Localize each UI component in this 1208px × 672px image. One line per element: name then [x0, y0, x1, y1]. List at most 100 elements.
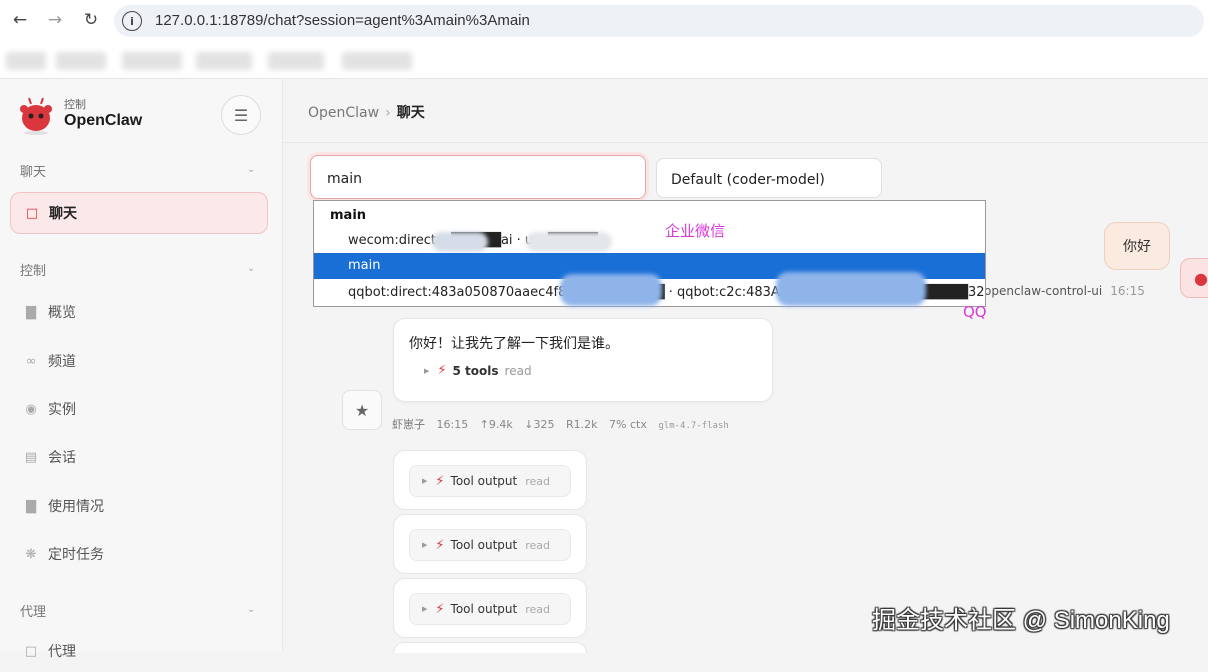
tools-status: read: [504, 363, 532, 378]
tool-output-status: read: [525, 602, 551, 616]
brand-name: OpenClaw: [64, 112, 143, 129]
sidebar-item-cron[interactable]: ❋ 定时任务: [10, 533, 268, 575]
sidebar-item-label: 代理: [48, 644, 76, 660]
sidebar-item-sessions[interactable]: ▤ 会话: [10, 436, 268, 478]
tool-output-toggle[interactable]: ▶ ⚡︎ Tool output read: [409, 529, 571, 561]
lightning-icon: ⚡︎: [435, 537, 445, 553]
sidebar-item-usage[interactable]: ▇ 使用情况: [10, 485, 268, 527]
tool-output-label: Tool output: [450, 602, 518, 616]
user-icon: ●: [1194, 268, 1208, 288]
browser-toolbar: ← → ↻ i 127.0.0.1:18789/chat?session=age…: [0, 0, 1208, 43]
redaction-blur: [432, 232, 488, 252]
blurred-bookmark: [6, 52, 46, 70]
brand-subtitle: 控制: [64, 98, 86, 111]
user-message-time: 16:15: [1110, 284, 1145, 298]
lightning-icon: ⚡︎: [435, 473, 445, 489]
chevron-down-icon[interactable]: ⌄: [247, 263, 255, 274]
link-icon: ∞: [25, 353, 37, 369]
dropdown-option-wecom[interactable]: wecom:direct:w█████ai · use█████: [314, 228, 985, 254]
tools-count: 5 tools: [452, 363, 499, 378]
group-label-agents[interactable]: 代理: [20, 601, 46, 620]
triangle-right-icon: ▶: [424, 366, 430, 375]
tool-output-card: ▶ ⚡︎ Tool output read: [393, 450, 587, 510]
blurred-bookmark: [122, 52, 182, 70]
blurred-bookmark: [342, 52, 412, 70]
redaction-blur: [526, 232, 612, 252]
model-select[interactable]: Default (coder-model): [656, 158, 882, 198]
sidebar-item-label: 频道: [48, 354, 76, 370]
menu-toggle-button[interactable]: ☰: [221, 95, 261, 135]
tools-summary-toggle[interactable]: ▶ ⚡︎ 5 tools read: [424, 363, 532, 378]
chevron-down-icon[interactable]: ⌄: [247, 164, 255, 175]
triangle-right-icon: ▶: [422, 605, 428, 613]
sidebar-item-agents[interactable]: □ 代理: [10, 630, 268, 672]
watermark: 掘金技术社区 @ SimonKing: [872, 607, 1170, 634]
message-time: 16:15: [436, 418, 469, 431]
breadcrumb: OpenClaw › 聊天: [308, 102, 425, 122]
tool-output-card: ▶ ⚡︎ Tool output read: [393, 578, 587, 638]
assistant-message-meta: 虾崽子 16:15 ↑9.4k ↓325 R1.2k 7% ctx glm-4.…: [392, 416, 737, 432]
triangle-right-icon: ▶: [422, 477, 428, 485]
session-dropdown: main wecom:direct:w█████ai · use█████ ma…: [313, 200, 986, 307]
tool-output-card: ▶ ⚡︎ Tool output read: [393, 514, 587, 574]
annotation-wecom: 企业微信: [665, 222, 726, 240]
output-tokens: ↓325: [524, 418, 555, 431]
sidebar-item-label: 会话: [48, 450, 76, 466]
sidebar-item-label: 实例: [48, 402, 76, 418]
tool-output-label: Tool output: [450, 474, 518, 488]
hamburger-icon: ☰: [233, 105, 249, 125]
address-bar[interactable]: i 127.0.0.1:18789/chat?session=agent%3Am…: [114, 5, 1204, 37]
tool-output-label: Tool output: [450, 538, 518, 552]
star-icon: ★: [354, 400, 370, 420]
dropdown-group-label: main: [330, 208, 367, 223]
sidebar-item-chat[interactable]: □ 聊天: [10, 192, 268, 234]
site-info-icon[interactable]: i: [122, 11, 142, 31]
breadcrumb-current: 聊天: [396, 105, 425, 121]
sidebar-item-overview[interactable]: ▇ 概览: [10, 291, 268, 333]
loader-icon: ❋: [25, 546, 37, 562]
group-label-chat[interactable]: 聊天: [20, 161, 46, 180]
user-avatar: ●: [1180, 258, 1208, 298]
redaction-blur: [560, 274, 662, 306]
tool-output-status: read: [525, 474, 551, 488]
blurred-bookmark: [196, 52, 252, 70]
url-text[interactable]: 127.0.0.1:18789/chat?session=agent%3Amai…: [155, 12, 530, 29]
broadcast-icon: ◉: [25, 401, 37, 417]
assistant-name: 虾崽子: [392, 418, 425, 431]
assistant-avatar: ★: [342, 390, 382, 430]
triangle-right-icon: ▶: [422, 541, 428, 549]
folder-icon: □: [24, 643, 38, 659]
lightning-icon: ⚡︎: [435, 601, 445, 617]
bar-chart-icon: ▇: [26, 304, 36, 320]
forward-arrow-icon[interactable]: →: [44, 9, 66, 31]
openclaw-logo-icon: [20, 97, 52, 135]
reload-icon[interactable]: ↻: [80, 9, 102, 31]
document-icon: ▤: [24, 449, 38, 465]
tool-output-toggle[interactable]: ▶ ⚡︎ Tool output read: [409, 465, 571, 497]
redaction-blur: [776, 272, 926, 306]
cache-read: R1.2k: [566, 418, 598, 431]
tool-output-status: read: [525, 538, 551, 552]
chevron-down-icon[interactable]: ⌄: [247, 604, 255, 615]
sidebar-item-channels[interactable]: ∞ 频道: [10, 340, 268, 382]
user-message-bubble: 你好: [1104, 222, 1170, 270]
sidebar-item-instances[interactable]: ◉ 实例: [10, 388, 268, 430]
user-sender: openclaw-control-ui: [984, 284, 1103, 298]
sidebar-item-label: 使用情况: [48, 499, 104, 515]
breadcrumb-separator: ›: [385, 105, 391, 121]
back-arrow-icon[interactable]: ←: [9, 9, 31, 31]
sidebar-item-label: 聊天: [49, 206, 77, 222]
group-label-control[interactable]: 控制: [20, 260, 46, 279]
tool-output-card: [393, 642, 587, 653]
lightning-icon: ⚡︎: [437, 363, 447, 378]
assistant-message-text: 你好！让我先了解一下我们是谁。: [409, 336, 619, 352]
breadcrumb-root[interactable]: OpenClaw: [308, 105, 379, 121]
bookmarks-bar: [0, 42, 1208, 79]
sidebar-item-label: 概览: [48, 305, 76, 321]
tool-output-toggle[interactable]: ▶ ⚡︎ Tool output read: [409, 593, 571, 625]
session-select[interactable]: main: [310, 155, 646, 199]
annotation-qq: QQ: [963, 303, 987, 321]
chat-bubble-icon: □: [25, 205, 39, 221]
blurred-bookmark: [268, 52, 324, 70]
blurred-bookmark: [56, 52, 106, 70]
